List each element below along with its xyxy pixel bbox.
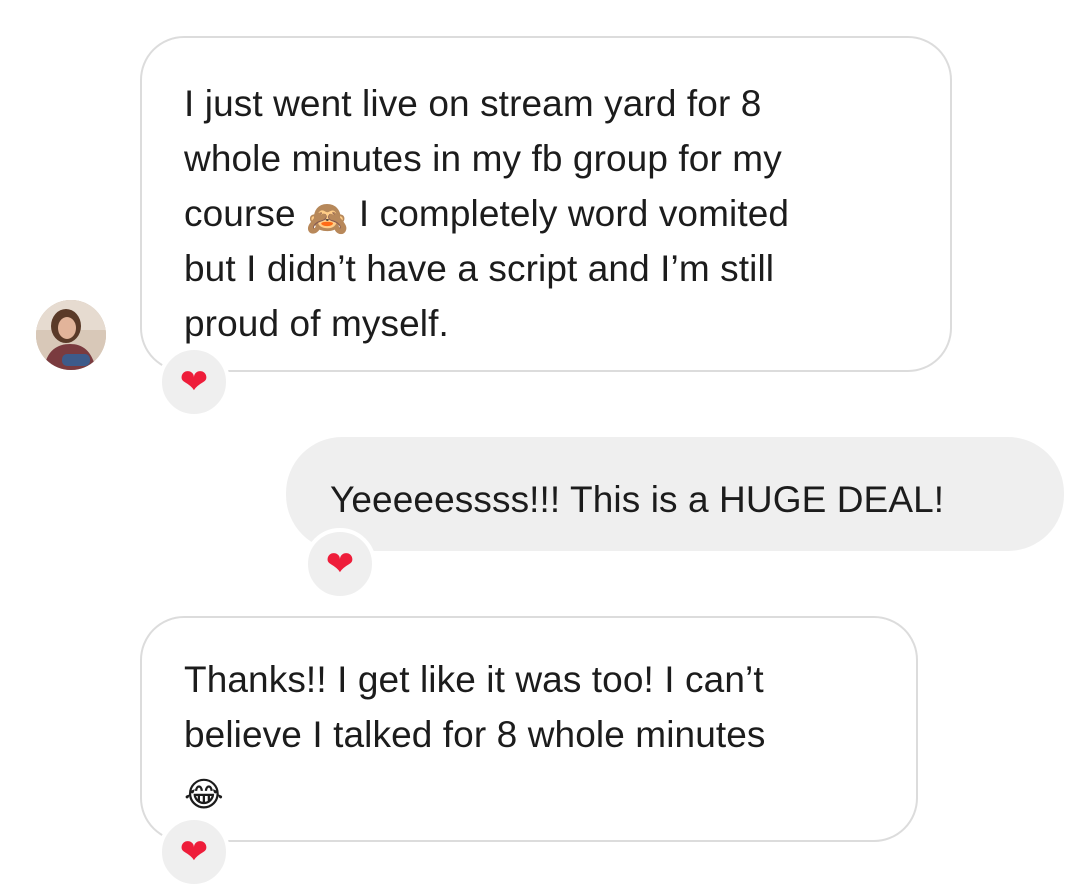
sender-avatar[interactable] (36, 300, 106, 370)
message-text: I just went live on stream yard for 8 wh… (184, 76, 910, 351)
message-text: Thanks!! I get like it was too! I can’t … (184, 652, 876, 817)
see-no-evil-monkey-icon: 🙈 (306, 199, 349, 239)
message-text-part: Thanks!! I get like it was too! I can’t … (184, 659, 766, 755)
heart-icon[interactable]: ❤ (158, 346, 230, 418)
message-thread: I just went live on stream yard for 8 wh… (0, 0, 1080, 888)
incoming-message-bubble[interactable]: Thanks!! I get like it was too! I can’t … (140, 616, 918, 842)
tears-of-joy-icon: 😂 (184, 775, 224, 815)
incoming-message-bubble[interactable]: I just went live on stream yard for 8 wh… (140, 36, 952, 372)
outgoing-message-bubble[interactable]: Yeeeeessss!!! This is a HUGE DEAL! (286, 437, 1064, 551)
heart-icon[interactable]: ❤ (304, 528, 376, 600)
heart-icon[interactable]: ❤ (158, 816, 230, 888)
message-text: Yeeeeessss!!! This is a HUGE DEAL! (330, 479, 945, 520)
